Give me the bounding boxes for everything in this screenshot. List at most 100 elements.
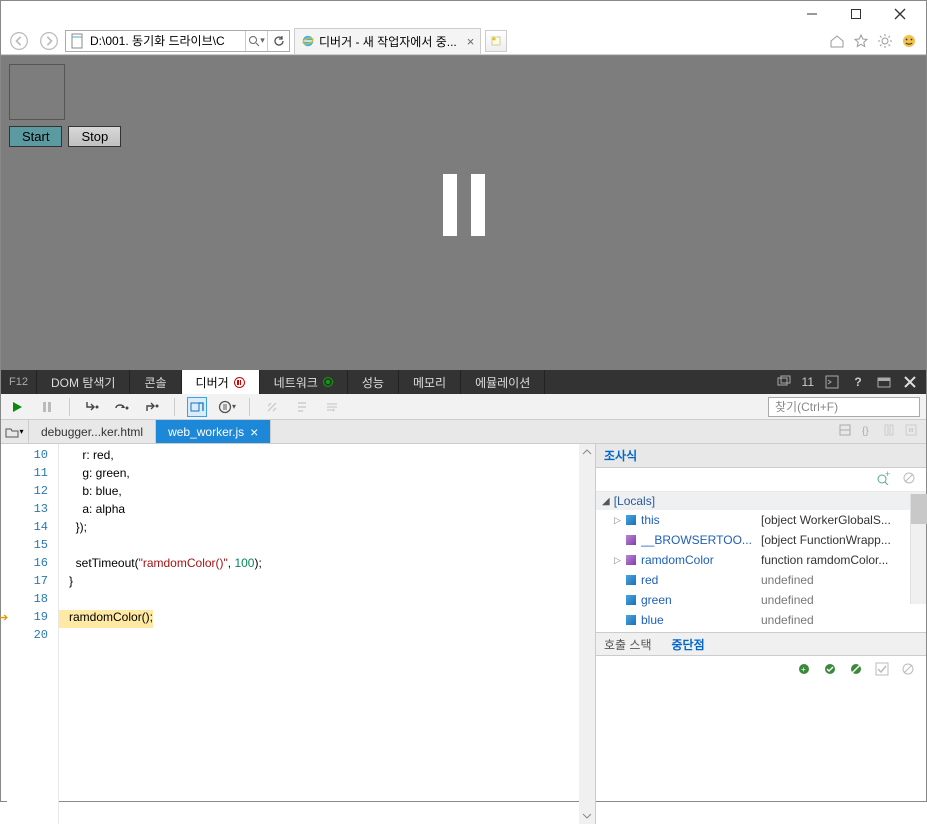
code-line[interactable]: }); — [59, 520, 579, 538]
main-split: ➔ 1011121314151617181920 r: red, g: gree… — [1, 444, 926, 824]
forward-button[interactable] — [35, 29, 63, 53]
smiley-icon[interactable] — [900, 32, 918, 50]
step-into-button[interactable] — [82, 397, 102, 417]
delete-all-icon[interactable] — [902, 471, 916, 488]
file-tab-html[interactable]: debugger...ker.html — [29, 420, 156, 443]
new-tab-button[interactable] — [485, 30, 507, 52]
line-number[interactable]: 17 — [7, 574, 58, 592]
code-line[interactable]: } — [59, 574, 579, 592]
target-icon[interactable] — [776, 374, 792, 390]
browser-tab[interactable]: 디버거 - 새 작업자에서 중... × — [294, 28, 481, 54]
network-record-icon — [323, 377, 333, 387]
code-line[interactable]: g: green, — [59, 466, 579, 484]
start-button[interactable]: Start — [9, 126, 62, 147]
add-xhr-bp-icon[interactable] — [822, 661, 838, 677]
line-number[interactable]: 12 — [7, 484, 58, 502]
code-line[interactable] — [59, 628, 579, 646]
line-number[interactable]: 14 — [7, 520, 58, 538]
toggle-bp-icon[interactable] — [848, 661, 864, 677]
add-watch-icon[interactable]: + — [876, 471, 892, 488]
disconnect-button[interactable] — [262, 397, 282, 417]
tab-emulation[interactable]: 에뮬레이션 — [461, 370, 545, 394]
step-out-button[interactable] — [142, 397, 162, 417]
page-content: Start Stop — [1, 55, 926, 370]
favorites-icon[interactable] — [852, 32, 870, 50]
line-number[interactable]: 11 — [7, 466, 58, 484]
tab-dom-explorer[interactable]: DOM 탐색기 — [37, 370, 130, 394]
help-icon[interactable]: ? — [850, 374, 866, 390]
search-dropdown-icon[interactable]: ▾ — [245, 31, 267, 51]
library-icon[interactable] — [882, 423, 896, 440]
code-column: ➔ 1011121314151617181920 r: red, g: gree… — [1, 444, 596, 824]
line-number[interactable]: 16 — [7, 556, 58, 574]
file-tab-js[interactable]: web_worker.js× — [156, 420, 271, 443]
watch-row[interactable]: greenundefined — [596, 590, 926, 610]
svg-text:+: + — [885, 471, 890, 479]
add-event-bp-icon[interactable]: + — [796, 661, 812, 677]
prettify-button[interactable] — [292, 397, 312, 417]
tab-memory[interactable]: 메모리 — [399, 370, 461, 394]
tab-breakpoints[interactable]: 중단점 — [672, 636, 705, 653]
step-over-button[interactable] — [112, 397, 132, 417]
watch-row[interactable]: __BROWSERTOO...[object FunctionWrapp... — [596, 530, 926, 550]
browser-right-buttons — [828, 32, 926, 50]
tab-callstack[interactable]: 호출 스택 — [604, 636, 652, 653]
minimize-button[interactable] — [790, 1, 834, 27]
code-line[interactable]: b: blue, — [59, 484, 579, 502]
checkbox-icon[interactable] — [874, 661, 890, 677]
locals-header[interactable]: ◢[Locals] — [596, 492, 926, 510]
line-number[interactable]: 15 — [7, 538, 58, 556]
code-line[interactable]: r: red, — [59, 448, 579, 466]
code-line[interactable]: setTimeout("ramdomColor()", 100); — [59, 556, 579, 574]
line-number[interactable]: 20 — [7, 628, 58, 646]
file-tab-close-icon[interactable]: × — [250, 424, 258, 440]
exception-button[interactable]: ▾ — [217, 397, 237, 417]
continue-button[interactable] — [7, 397, 27, 417]
break-new-worker-button[interactable] — [187, 397, 207, 417]
watch-row[interactable]: redundefined — [596, 570, 926, 590]
refresh-button[interactable] — [267, 31, 289, 51]
code-line[interactable]: ramdomColor(); — [59, 610, 153, 628]
devtools-close-icon[interactable] — [902, 374, 918, 390]
maximize-button[interactable] — [834, 1, 878, 27]
code-line[interactable]: a: alpha — [59, 502, 579, 520]
line-number[interactable]: 19 — [7, 610, 58, 628]
back-button[interactable] — [5, 29, 33, 53]
wordwrap-button[interactable] — [322, 397, 342, 417]
tools-icon[interactable] — [876, 32, 894, 50]
tab-console[interactable]: 콘솔 — [130, 370, 181, 394]
code-line[interactable] — [59, 592, 579, 610]
tab-debugger[interactable]: 디버거 — [182, 370, 260, 394]
svg-text:+: + — [801, 665, 806, 674]
code-line[interactable] — [59, 538, 579, 556]
pause-button[interactable] — [37, 397, 57, 417]
tab-network[interactable]: 네트워크 — [260, 370, 348, 394]
address-input[interactable] — [90, 34, 245, 48]
home-icon[interactable] — [828, 32, 846, 50]
close-button[interactable] — [878, 1, 922, 27]
source-map-icon[interactable] — [838, 423, 852, 440]
debug-file-icon[interactable] — [904, 423, 918, 440]
code-area[interactable]: r: red, g: green, b: blue, a: alpha }); … — [59, 444, 579, 824]
f12-label: F12 — [1, 370, 37, 394]
open-file-button[interactable]: ▾ — [1, 420, 29, 443]
line-number[interactable]: 13 — [7, 502, 58, 520]
line-number[interactable]: 10 — [7, 448, 58, 466]
delete-bp-icon[interactable] — [900, 661, 916, 677]
watch-row[interactable]: ▷this[object WorkerGlobalS... — [596, 510, 926, 530]
tab-performance[interactable]: 성능 — [348, 370, 399, 394]
ie-icon — [301, 34, 315, 48]
pretty-print-icon[interactable]: {} — [860, 423, 874, 440]
console-toggle-icon[interactable] — [824, 374, 840, 390]
line-number[interactable]: 18 — [7, 592, 58, 610]
undock-icon[interactable] — [876, 374, 892, 390]
watch-row[interactable]: ▷ramdomColorfunction ramdomColor... — [596, 550, 926, 570]
line-gutter[interactable]: 1011121314151617181920 — [7, 444, 59, 824]
watches-scrollbar[interactable] — [910, 494, 926, 604]
locals-label: [Locals] — [614, 494, 655, 508]
stop-button[interactable]: Stop — [68, 126, 121, 147]
watch-row[interactable]: blueundefined — [596, 610, 926, 630]
search-input[interactable]: 찾기(Ctrl+F) — [768, 397, 920, 417]
tab-close-icon[interactable]: × — [467, 34, 475, 49]
code-scrollbar[interactable] — [579, 444, 595, 824]
